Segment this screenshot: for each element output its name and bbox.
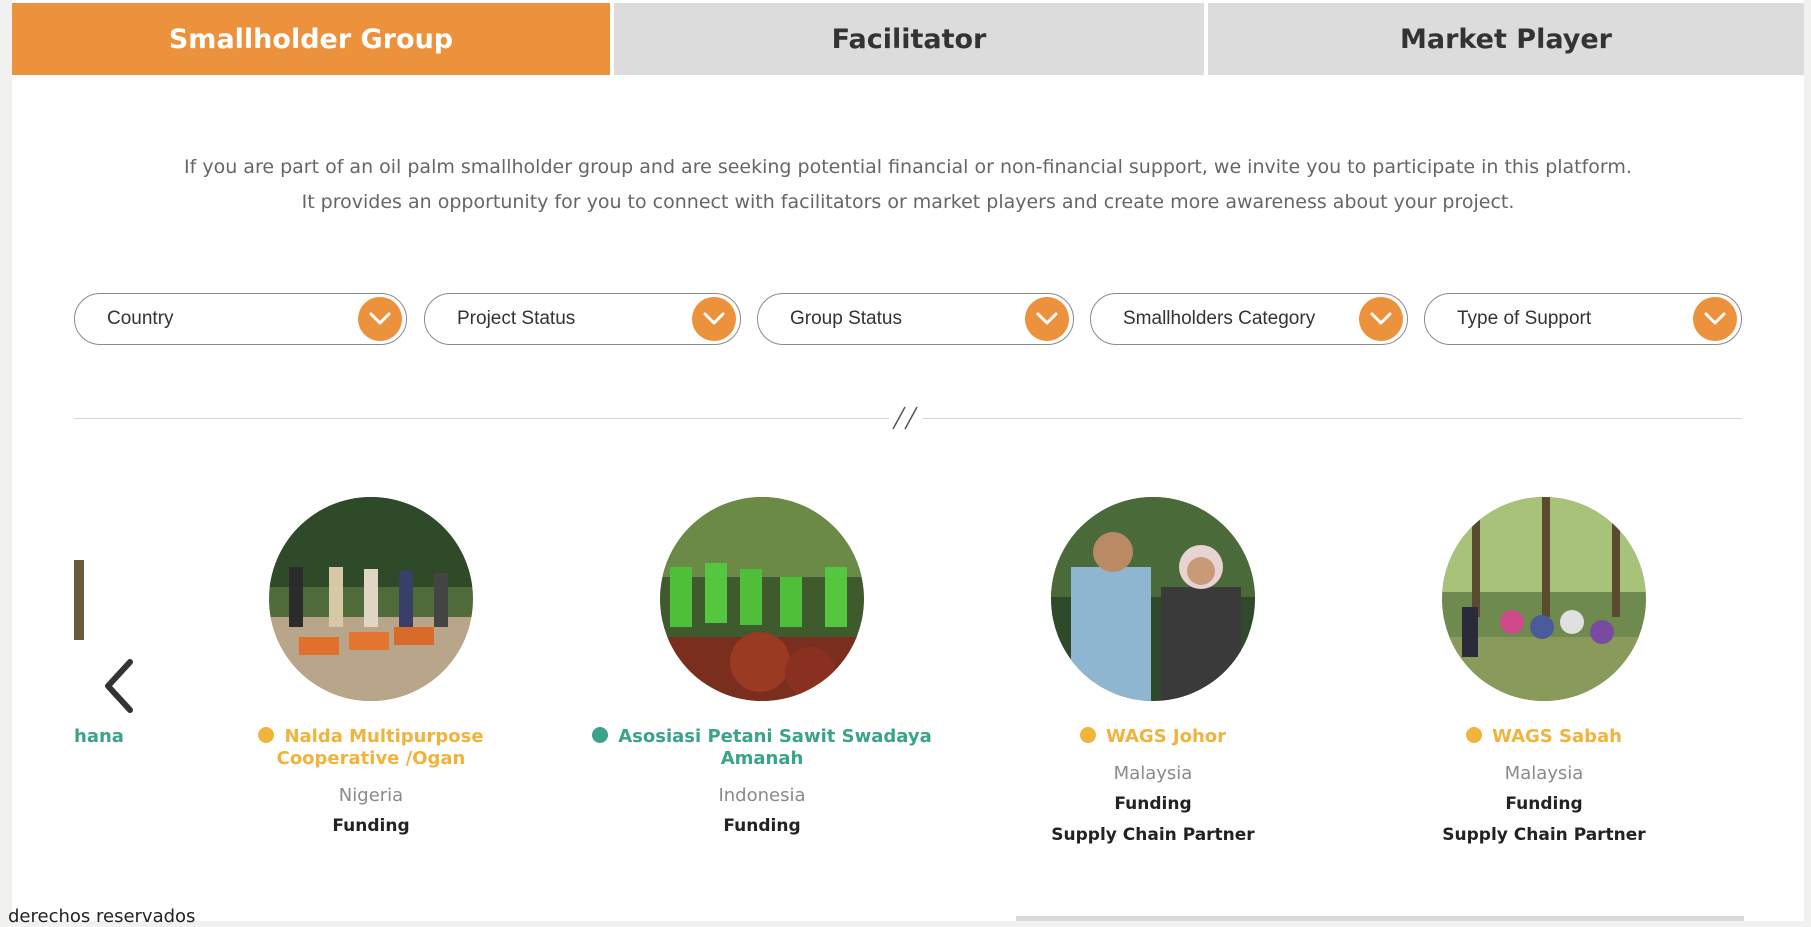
type-of-support-filter[interactable]: Type of Support	[1424, 293, 1742, 345]
project-status-filter-label: Project Status	[457, 308, 576, 329]
tab-facilitator[interactable]: Facilitator	[614, 3, 1204, 75]
group-status-filter[interactable]: Group Status	[757, 293, 1074, 345]
support-type: Funding	[1505, 794, 1583, 814]
intro-text: If you are part of an oil palm smallhold…	[12, 150, 1804, 220]
status-dot-icon	[592, 727, 609, 743]
status-dot-icon	[1079, 727, 1096, 743]
project-name[interactable]: Nalda Multipurpose Cooperative /Ogan	[171, 726, 571, 770]
country-filter[interactable]: Country	[74, 293, 407, 345]
support-type: Supply Chain Partner	[1051, 825, 1255, 845]
group-status-filter-label: Group Status	[790, 308, 902, 329]
smallholders-category-filter[interactable]: Smallholders Category	[1090, 293, 1408, 345]
double-slash-divider-icon	[889, 405, 923, 431]
chevron-down-icon[interactable]	[1359, 297, 1403, 341]
intro-line-2: It provides an opportunity for you to co…	[301, 191, 1515, 213]
tab-market-player[interactable]: Market Player	[1208, 3, 1804, 75]
status-dot-icon	[1466, 727, 1483, 743]
chevron-down-icon[interactable]	[1025, 297, 1069, 341]
project-name[interactable]: WAGS Sabah	[1344, 726, 1742, 748]
footer-rights-text: derechos reservados	[8, 906, 196, 927]
project-status-filter[interactable]: Project Status	[424, 293, 741, 345]
intro-line-1: If you are part of an oil palm smallhold…	[184, 156, 1632, 178]
type-of-support-filter-label: Type of Support	[1457, 308, 1592, 329]
project-photo	[1442, 497, 1646, 701]
smallholders-category-filter-label: Smallholders Category	[1123, 308, 1316, 329]
support-type: Funding	[332, 816, 410, 836]
project-photo	[1051, 497, 1255, 701]
chevron-down-icon[interactable]	[692, 297, 736, 341]
carousel-prev-button[interactable]	[100, 658, 140, 714]
smallholder-carousel: Nalda Multipurpose Cooperative /Ogan Nige…	[74, 470, 1742, 870]
project-photo	[660, 497, 864, 701]
status-dot-icon	[258, 727, 275, 743]
project-country: Malaysia	[1113, 763, 1193, 784]
support-type: Supply Chain Partner	[1442, 825, 1646, 845]
project-name[interactable]: WAGS Johor	[953, 726, 1353, 748]
role-tabs: Smallholder Group Facilitator Market Pla…	[12, 3, 1804, 75]
support-type: Funding	[723, 816, 801, 836]
chevron-left-icon	[105, 659, 133, 713]
footer-bar	[1016, 916, 1744, 921]
tab-smallholder-group[interactable]: Smallholder Group	[12, 3, 610, 75]
project-country: Indonesia	[718, 785, 806, 806]
project-country: Malaysia	[1504, 763, 1584, 784]
support-type: Funding	[1114, 794, 1192, 814]
project-name[interactable]: Asosiasi Petani Sawit Swadaya Amanah	[562, 726, 962, 770]
project-country: Nigeria	[338, 785, 404, 806]
chevron-down-icon[interactable]	[358, 297, 402, 341]
project-photo	[269, 497, 473, 701]
chevron-down-icon[interactable]	[1693, 297, 1737, 341]
country-filter-label: Country	[107, 308, 174, 329]
